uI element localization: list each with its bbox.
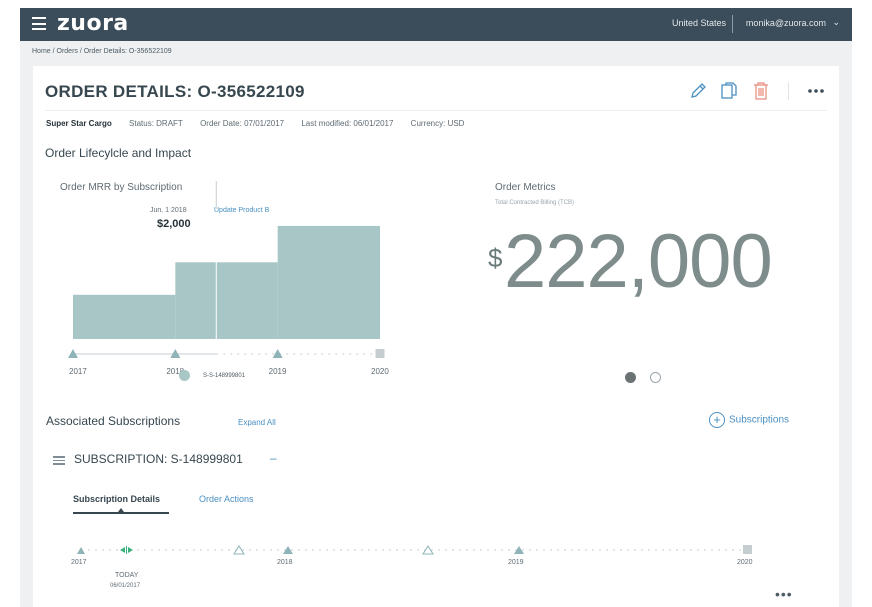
order-metrics-title: Order Metrics bbox=[495, 182, 556, 193]
active-tab-caret-icon bbox=[118, 508, 124, 512]
order-actions bbox=[687, 80, 827, 102]
top-navigation-bar: zuora United States monika@zuora.com ⌄ bbox=[20, 8, 852, 41]
annotation-amount: $2,000 bbox=[157, 218, 191, 230]
active-tab-underline bbox=[73, 512, 169, 514]
subscription-title: SUBSCRIPTION: S-148999801 bbox=[74, 452, 243, 466]
timeline-label-2017: 2017 bbox=[71, 559, 87, 566]
currency-symbol: $ bbox=[488, 243, 503, 273]
mrr-step-0 bbox=[73, 294, 176, 339]
user-menu[interactable]: monika@zuora.com bbox=[746, 18, 826, 28]
drag-handle-icon[interactable] bbox=[53, 456, 65, 465]
more-options-icon[interactable] bbox=[805, 80, 827, 102]
breadcrumb[interactable]: Home / Orders / Order Details: O-3565221… bbox=[32, 48, 172, 55]
more-options-icon[interactable]: ••• bbox=[775, 586, 793, 602]
order-details-card: ORDER DETAILS: O-356522109 Super Star Ca… bbox=[33, 66, 839, 607]
zuora-logo[interactable]: zuora bbox=[57, 11, 129, 36]
subscription-timeline bbox=[77, 545, 752, 555]
order-status: Status: DRAFT bbox=[129, 119, 183, 128]
timeline-label-2020: 2020 bbox=[737, 559, 753, 566]
plus-circle-icon: + bbox=[709, 412, 725, 428]
region-selector[interactable]: United States bbox=[672, 18, 726, 28]
today-label: TODAY bbox=[115, 572, 139, 579]
today-marker-icon bbox=[120, 546, 133, 554]
mrr-chart-title: Order MRR by Subscription bbox=[60, 182, 183, 193]
add-subscriptions-button[interactable]: + Subscriptions bbox=[709, 412, 789, 428]
annotation-action-link[interactable]: Update Product B bbox=[214, 207, 269, 214]
order-currency: Currency: USD bbox=[410, 119, 465, 128]
page-title: ORDER DETAILS: O-356522109 bbox=[45, 82, 305, 101]
legend-label: S-S-148999801 bbox=[203, 373, 246, 379]
hamburger-menu-icon[interactable] bbox=[32, 17, 46, 30]
mrr-tick-label: 2020 bbox=[371, 367, 389, 376]
add-subscriptions-label: Subscriptions bbox=[729, 414, 790, 426]
timeline-label-2019: 2019 bbox=[508, 559, 524, 566]
timeline-marker-2017 bbox=[77, 547, 85, 554]
tab-subscription-details[interactable]: Subscription Details bbox=[73, 494, 160, 504]
timeline-marker-2020 bbox=[743, 545, 752, 554]
collapse-button[interactable]: – bbox=[270, 451, 277, 465]
last-modified: Last modified: 06/01/2017 bbox=[301, 119, 394, 128]
app-window: zuora United States monika@zuora.com ⌄ H… bbox=[20, 8, 852, 607]
associated-subscriptions-title: Associated Subscriptions bbox=[46, 414, 181, 428]
tcb-value: 222,000 bbox=[504, 219, 773, 304]
mrr-step-2 bbox=[277, 225, 380, 339]
header-divider bbox=[732, 15, 733, 33]
mrr-tick-label: 2019 bbox=[269, 367, 287, 376]
legend-swatch bbox=[179, 370, 190, 381]
mrr-step-1 bbox=[175, 262, 278, 339]
mrr-tick-label: 2017 bbox=[69, 367, 87, 376]
carousel-dot-active[interactable] bbox=[625, 372, 636, 383]
chevron-down-icon[interactable]: ⌄ bbox=[832, 17, 840, 28]
annotation-date: Jun. 1 2018 bbox=[150, 207, 187, 214]
edit-pencil-icon[interactable] bbox=[687, 80, 709, 102]
tab-order-actions[interactable]: Order Actions bbox=[199, 494, 254, 504]
copy-icon[interactable] bbox=[718, 80, 740, 102]
order-meta: Super Star Cargo Status: DRAFT Order Dat… bbox=[46, 119, 479, 128]
title-divider bbox=[45, 110, 827, 111]
company-name: Super Star Cargo bbox=[46, 119, 112, 128]
carousel-dot-inactive[interactable] bbox=[650, 372, 661, 383]
mrr-chart: 2017 2018 2019 2020 bbox=[68, 181, 389, 376]
expand-all-link[interactable]: Expand All bbox=[238, 418, 276, 427]
mrr-marker-3 bbox=[375, 349, 385, 358]
lifecycle-section-title: Order Lifecylcle and Impact bbox=[45, 146, 192, 160]
delete-trash-icon[interactable] bbox=[750, 80, 772, 102]
today-date: 06/01/2017 bbox=[110, 583, 141, 589]
actions-divider bbox=[788, 82, 789, 100]
timeline-label-2018: 2018 bbox=[277, 559, 293, 566]
order-date: Order Date: 07/01/2017 bbox=[200, 119, 285, 128]
order-metrics-subtitle: Total Contracted Billing (TCB) bbox=[495, 200, 575, 206]
